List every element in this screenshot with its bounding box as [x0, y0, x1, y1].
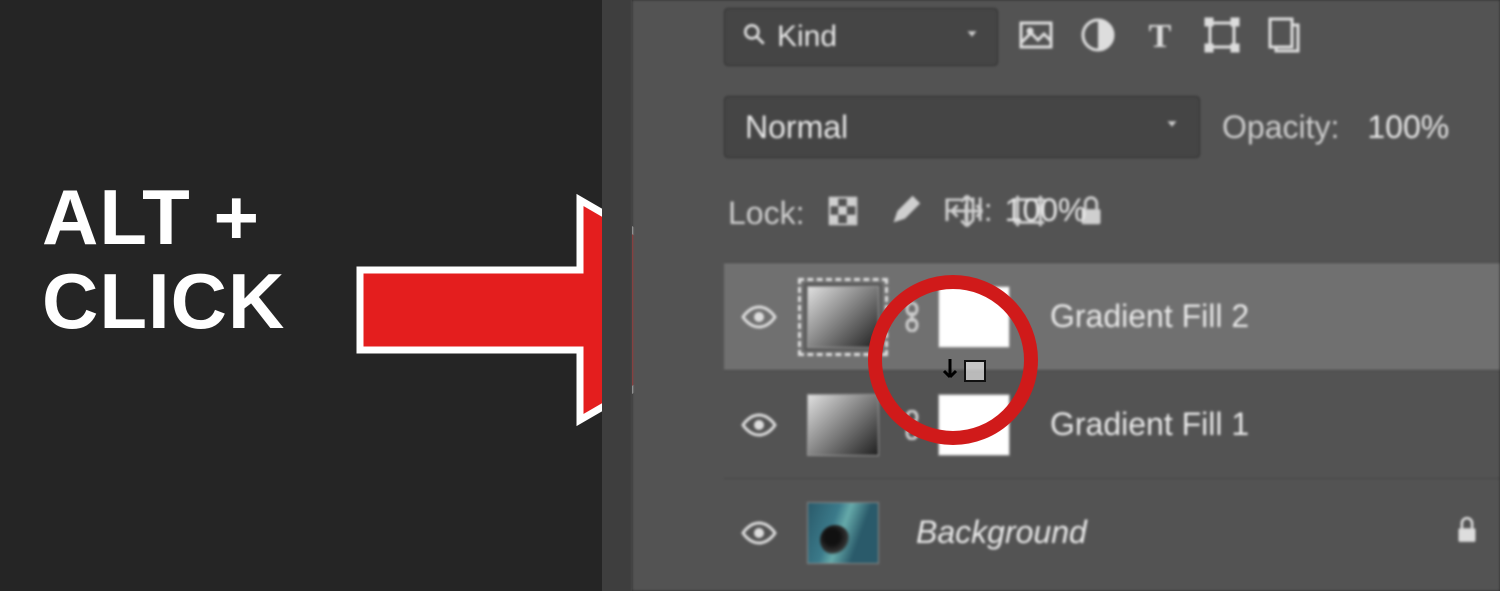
link-mask-icon[interactable]: [892, 410, 932, 440]
layer-thumbnail-wrap[interactable]: [794, 492, 892, 574]
selection-indicator: [798, 278, 888, 356]
layer-filter-row: Kind T: [724, 8, 1304, 66]
image-thumbnail: [807, 502, 879, 564]
search-icon: [741, 21, 767, 54]
fill-value[interactable]: 100%: [1005, 192, 1087, 229]
layer-thumbnail-wrap[interactable]: [794, 384, 892, 466]
opacity-label[interactable]: Opacity:: [1222, 109, 1339, 146]
layer-row-background[interactable]: Background: [724, 478, 1500, 586]
layer-row-gradient-fill-1[interactable]: Gradient Fill 1: [724, 370, 1500, 478]
chevron-down-icon: [1163, 115, 1181, 139]
chevron-down-icon: [963, 25, 981, 49]
blend-mode-value: Normal: [745, 109, 848, 146]
layers-list: Gradient Fill 2 Gradient Fill 1 Backgrou…: [724, 262, 1500, 586]
filter-pixel-icon[interactable]: [1016, 15, 1056, 60]
lock-label: Lock:: [728, 195, 804, 232]
visibility-toggle[interactable]: [724, 513, 794, 553]
filter-kind-label: Kind: [777, 20, 837, 54]
layer-name[interactable]: Background: [916, 514, 1087, 551]
lock-row: Lock: Fill: 100%: [728, 192, 1110, 235]
layer-row-gradient-fill-2[interactable]: Gradient Fill 2: [724, 262, 1500, 370]
filter-type-icons: T: [1016, 15, 1304, 60]
gradient-thumbnail: [807, 394, 879, 456]
layer-name[interactable]: Gradient Fill 1: [1050, 406, 1249, 443]
filter-adjustment-icon[interactable]: [1078, 15, 1118, 60]
fill-label[interactable]: Fill:: [943, 192, 993, 229]
layer-mask-thumbnail[interactable]: [938, 394, 1010, 456]
opacity-value[interactable]: 100%: [1367, 109, 1449, 146]
blend-mode-dropdown[interactable]: Normal: [724, 96, 1200, 158]
caption-line-1: ALT +: [42, 175, 285, 259]
panel-divider: [602, 0, 632, 591]
filter-shape-icon[interactable]: [1202, 15, 1242, 60]
filter-type-icon[interactable]: T: [1140, 15, 1180, 60]
layer-thumbnail-wrap[interactable]: [794, 276, 892, 358]
layer-name[interactable]: Gradient Fill 2: [1050, 298, 1249, 335]
visibility-toggle[interactable]: [724, 297, 794, 337]
lock-transparency-icon[interactable]: [824, 192, 862, 235]
layers-panel: Kind T Normal Opacity: 100% Lock:: [632, 0, 1500, 591]
visibility-toggle[interactable]: [724, 405, 794, 445]
instruction-caption: ALT + CLICK: [42, 175, 285, 343]
locked-icon[interactable]: [1450, 513, 1484, 552]
layer-mask-thumbnail[interactable]: [938, 286, 1010, 348]
caption-line-2: CLICK: [42, 259, 285, 343]
svg-text:T: T: [1149, 18, 1172, 55]
link-mask-icon[interactable]: [892, 302, 932, 332]
lock-pixels-icon[interactable]: [886, 192, 924, 235]
blend-opacity-row: Normal Opacity: 100%: [724, 96, 1449, 158]
filter-kind-dropdown[interactable]: Kind: [724, 8, 998, 66]
filter-smartobject-icon[interactable]: [1264, 15, 1304, 60]
